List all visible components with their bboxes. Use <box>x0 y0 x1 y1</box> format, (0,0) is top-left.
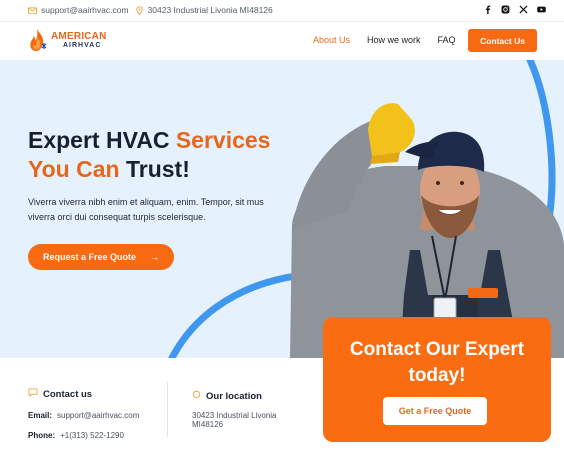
request-quote-button[interactable]: Request a Free Quote → <box>28 244 174 270</box>
facebook-icon[interactable] <box>483 5 492 14</box>
brand-name-line1: AMERICAN <box>51 31 107 42</box>
brand-logo[interactable]: AMERICAN AIRHVAC <box>28 28 107 53</box>
x-icon[interactable] <box>519 5 528 14</box>
hero-title-part2: Services <box>175 127 271 153</box>
email-label: Email: <box>28 411 53 420</box>
youtube-icon[interactable] <box>537 5 546 14</box>
footer-phone-link[interactable]: +1(313) 522-1290 <box>60 431 124 440</box>
main-navbar: AMERICAN AIRHVAC About Us How we work FA… <box>0 22 564 60</box>
location-address: 30423 Industrial Livonia MI48126 <box>192 411 277 429</box>
top-address: 30423 Industrial Livonia MI48126 <box>147 5 273 15</box>
get-free-quote-button[interactable]: Get a Free Quote <box>383 397 487 425</box>
location-heading: Our location <box>206 390 262 402</box>
mail-icon <box>28 6 37 15</box>
top-bar: support@aairhvac.com 30423 Industrial Li… <box>0 0 564 22</box>
instagram-icon[interactable] <box>501 5 510 14</box>
nav-faq[interactable]: FAQ <box>438 35 456 45</box>
location-block: Our location 30423 Industrial Livonia MI… <box>192 390 302 430</box>
social-links <box>483 5 546 14</box>
yellow-glove <box>368 103 415 156</box>
hero-title-part1: Expert HVAC <box>28 127 176 153</box>
hero-section: Expert HVAC Services You Can Trust! Vive… <box>0 60 564 358</box>
hero-title: Expert HVAC Services You Can Trust! <box>28 126 308 184</box>
top-contact-info: support@aairhvac.com 30423 Industrial Li… <box>28 5 273 15</box>
contact-expert-card: Contact Our Expert today! Get a Free Quo… <box>323 317 551 442</box>
contact-us-block: Contact us Email: support@aairhvac.com Ph… <box>28 388 139 440</box>
chat-icon <box>28 388 38 400</box>
nav-menu: About Us How we work FAQ <box>313 35 456 45</box>
phone-label: Phone: <box>28 431 56 440</box>
hero-title-part4: Trust! <box>119 156 190 182</box>
info-divider <box>167 382 168 437</box>
arrow-right-icon: → <box>150 252 160 262</box>
flame-snowflake-icon <box>30 29 47 51</box>
footer-email-link[interactable]: support@aairhvac.com <box>57 411 139 420</box>
contact-us-button[interactable]: Contact Us <box>468 29 537 52</box>
hero-description: Viverra viverra nibh enim et aliquam, en… <box>28 197 264 222</box>
request-quote-label: Request a Free Quote <box>42 252 137 262</box>
hero-title-part3: You Can <box>28 156 120 182</box>
top-email-link[interactable]: support@aairhvac.com <box>41 5 129 15</box>
nav-how-we-work[interactable]: How we work <box>367 35 421 45</box>
brand-name-line2: AIRHVAC <box>63 42 102 49</box>
location-pin-icon <box>135 5 144 15</box>
expert-card-title: Contact Our Expert today! <box>349 339 525 386</box>
location-pin-icon <box>192 390 201 402</box>
contact-us-heading: Contact us <box>43 388 93 400</box>
nav-about-us[interactable]: About Us <box>313 35 350 45</box>
